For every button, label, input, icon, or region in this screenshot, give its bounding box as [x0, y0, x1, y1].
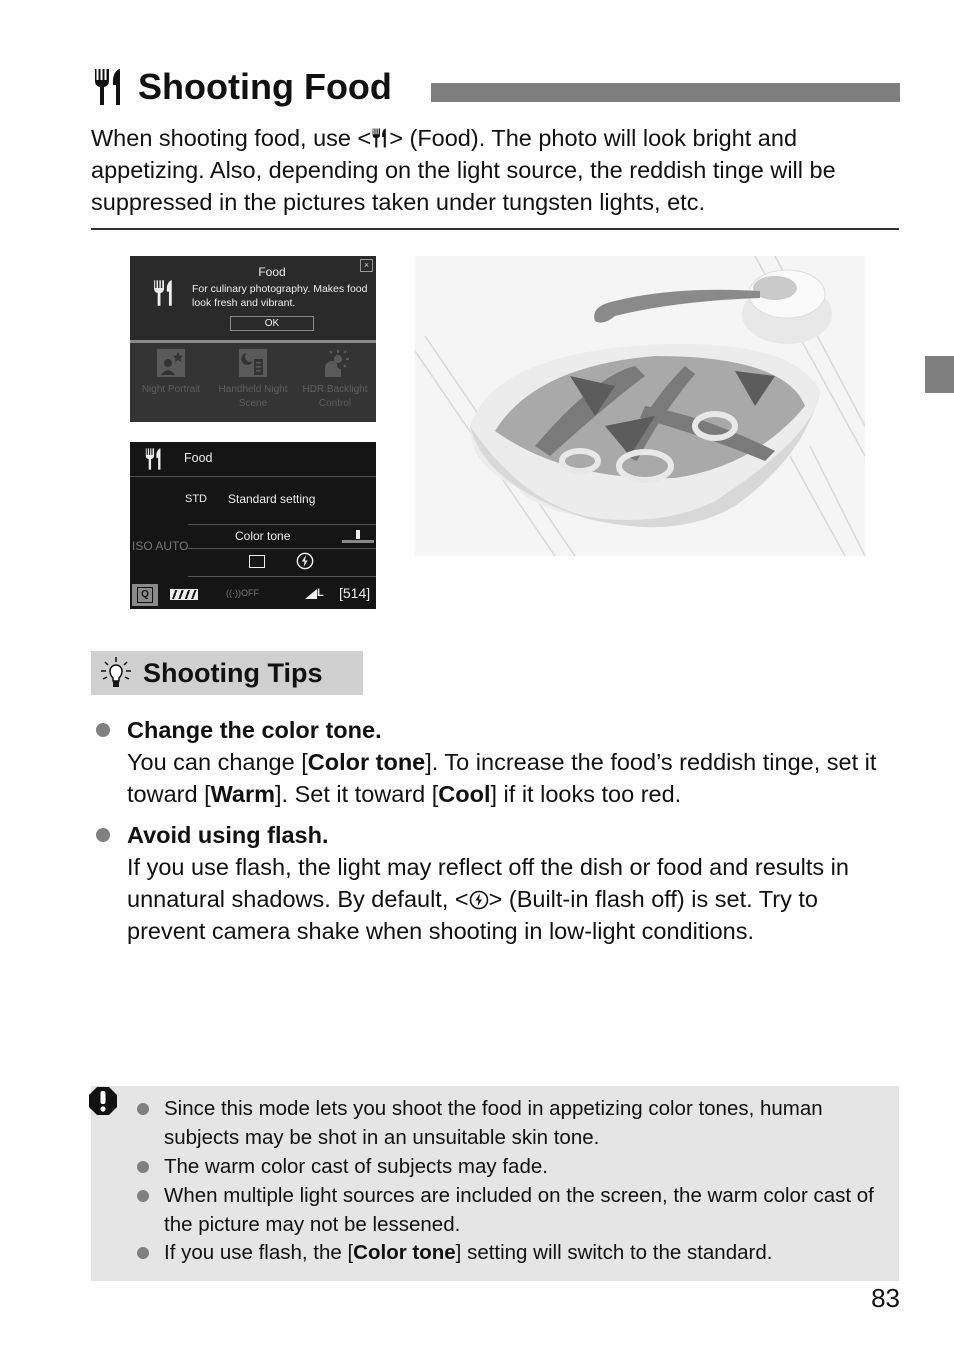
mode-title: Food — [258, 265, 286, 279]
food-photo — [415, 256, 865, 556]
divider — [188, 548, 376, 549]
food-icon — [95, 69, 120, 105]
mode-label: Handheld Night Scene — [218, 384, 288, 409]
bullet-icon — [96, 828, 110, 842]
intro-text: When shooting food, use < — [91, 125, 372, 151]
divider — [91, 228, 899, 230]
title-bar — [431, 83, 900, 102]
mode-label: Night Portrait — [141, 384, 201, 395]
mode-handheld-night-scene[interactable]: Handheld Night Scene — [212, 349, 294, 411]
caution-text: The warm color cast of subjects may fade… — [164, 1155, 548, 1178]
mode-label: HDR Backlight Control — [302, 384, 368, 409]
tip-text: You can change [Color tone]. To increase… — [127, 749, 877, 807]
camera-screen-quick-control: Food STD Standard setting ISO AUTO Color… — [130, 442, 376, 609]
flash-off-icon[interactable] — [296, 552, 314, 570]
shooting-tips-header: Shooting Tips — [91, 651, 363, 695]
tip-item: Avoid using flash. If you use flash, the… — [96, 819, 896, 949]
color-tone-label[interactable]: Color tone — [235, 529, 290, 543]
title-text: Shooting Food — [138, 66, 392, 107]
quality-label: L — [317, 587, 324, 599]
caution-text: If you use flash, the [Color tone] setti… — [164, 1241, 773, 1264]
iso-setting: ISO AUTO — [132, 539, 189, 553]
food-icon — [372, 128, 387, 148]
caution-icon — [89, 1087, 117, 1115]
mode-hdr-backlight[interactable]: HDR Backlight Control — [294, 349, 376, 411]
divider — [130, 476, 376, 477]
wifi-off-icon: ((·))OFF — [226, 588, 259, 598]
hdr-backlight-icon — [325, 350, 349, 377]
camera-screen-mode-info: × Food For culinary photography. Makes f… — [130, 256, 376, 422]
mode-list: Night Portrait Handheld Night Scene HDR … — [130, 343, 376, 422]
food-photo-illustration — [415, 256, 865, 556]
bullet-icon — [137, 1161, 149, 1173]
section-tab — [925, 356, 954, 393]
flash-off-icon — [469, 890, 488, 910]
tip-heading: Avoid using flash. — [127, 822, 329, 848]
mode-label: Food — [184, 451, 213, 465]
tip-heading: Change the color tone. — [127, 717, 382, 743]
bullet-icon — [137, 1103, 149, 1115]
intro-paragraph: When shooting food, use < > (Food). The p… — [91, 122, 901, 218]
quality-icon — [305, 589, 317, 599]
tips-title: Shooting Tips — [143, 657, 323, 688]
page-title: Shooting Food — [92, 64, 392, 110]
q-label: Q — [137, 587, 153, 603]
single-shot-icon[interactable] — [249, 555, 265, 568]
picture-style-badge[interactable]: STD — [185, 493, 207, 505]
mode-info-panel: × Food For culinary photography. Makes f… — [130, 256, 376, 340]
battery-full-icon — [170, 589, 198, 600]
night-portrait-icon — [157, 349, 185, 377]
handheld-night-scene-icon — [239, 349, 267, 377]
page-number: 83 — [871, 1283, 900, 1313]
mode-night-portrait[interactable]: Night Portrait — [130, 349, 212, 397]
lightbulb-icon — [101, 657, 131, 687]
bullet-icon — [137, 1190, 149, 1202]
food-icon — [154, 280, 172, 306]
tip-item: Change the color tone. You can change [C… — [96, 714, 896, 814]
quick-control-button[interactable]: Q — [132, 584, 158, 606]
color-tone-marker[interactable] — [356, 530, 360, 539]
mode-description: For culinary photography. Makes food loo… — [192, 283, 368, 309]
shots-remaining: [514] — [339, 585, 371, 601]
picture-style-setting[interactable]: Standard setting — [228, 492, 315, 506]
caution-text: Since this mode lets you shoot the food … — [164, 1097, 823, 1149]
divider — [188, 524, 376, 525]
color-tone-slider[interactable] — [342, 530, 374, 544]
caution-box: Since this mode lets you shoot the food … — [89, 1086, 899, 1281]
close-icon[interactable]: × — [360, 259, 373, 272]
bullet-icon — [137, 1247, 149, 1259]
bullet-icon — [96, 723, 110, 737]
tip-text: If you use flash, the light may reflect … — [127, 854, 849, 944]
caution-text: When multiple light sources are included… — [164, 1184, 874, 1236]
ok-button[interactable]: OK — [230, 316, 314, 331]
divider — [188, 576, 376, 577]
food-icon — [145, 448, 161, 470]
